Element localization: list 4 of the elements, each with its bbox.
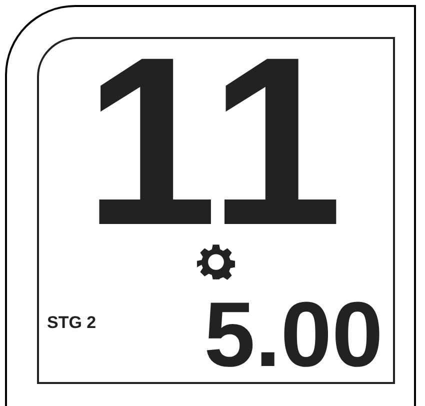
mode-label: STG 2 — [47, 312, 96, 334]
sub-reading: 5.00 — [204, 301, 383, 370]
settings-icon — [197, 243, 235, 281]
main-reading: 11 — [84, 51, 348, 231]
